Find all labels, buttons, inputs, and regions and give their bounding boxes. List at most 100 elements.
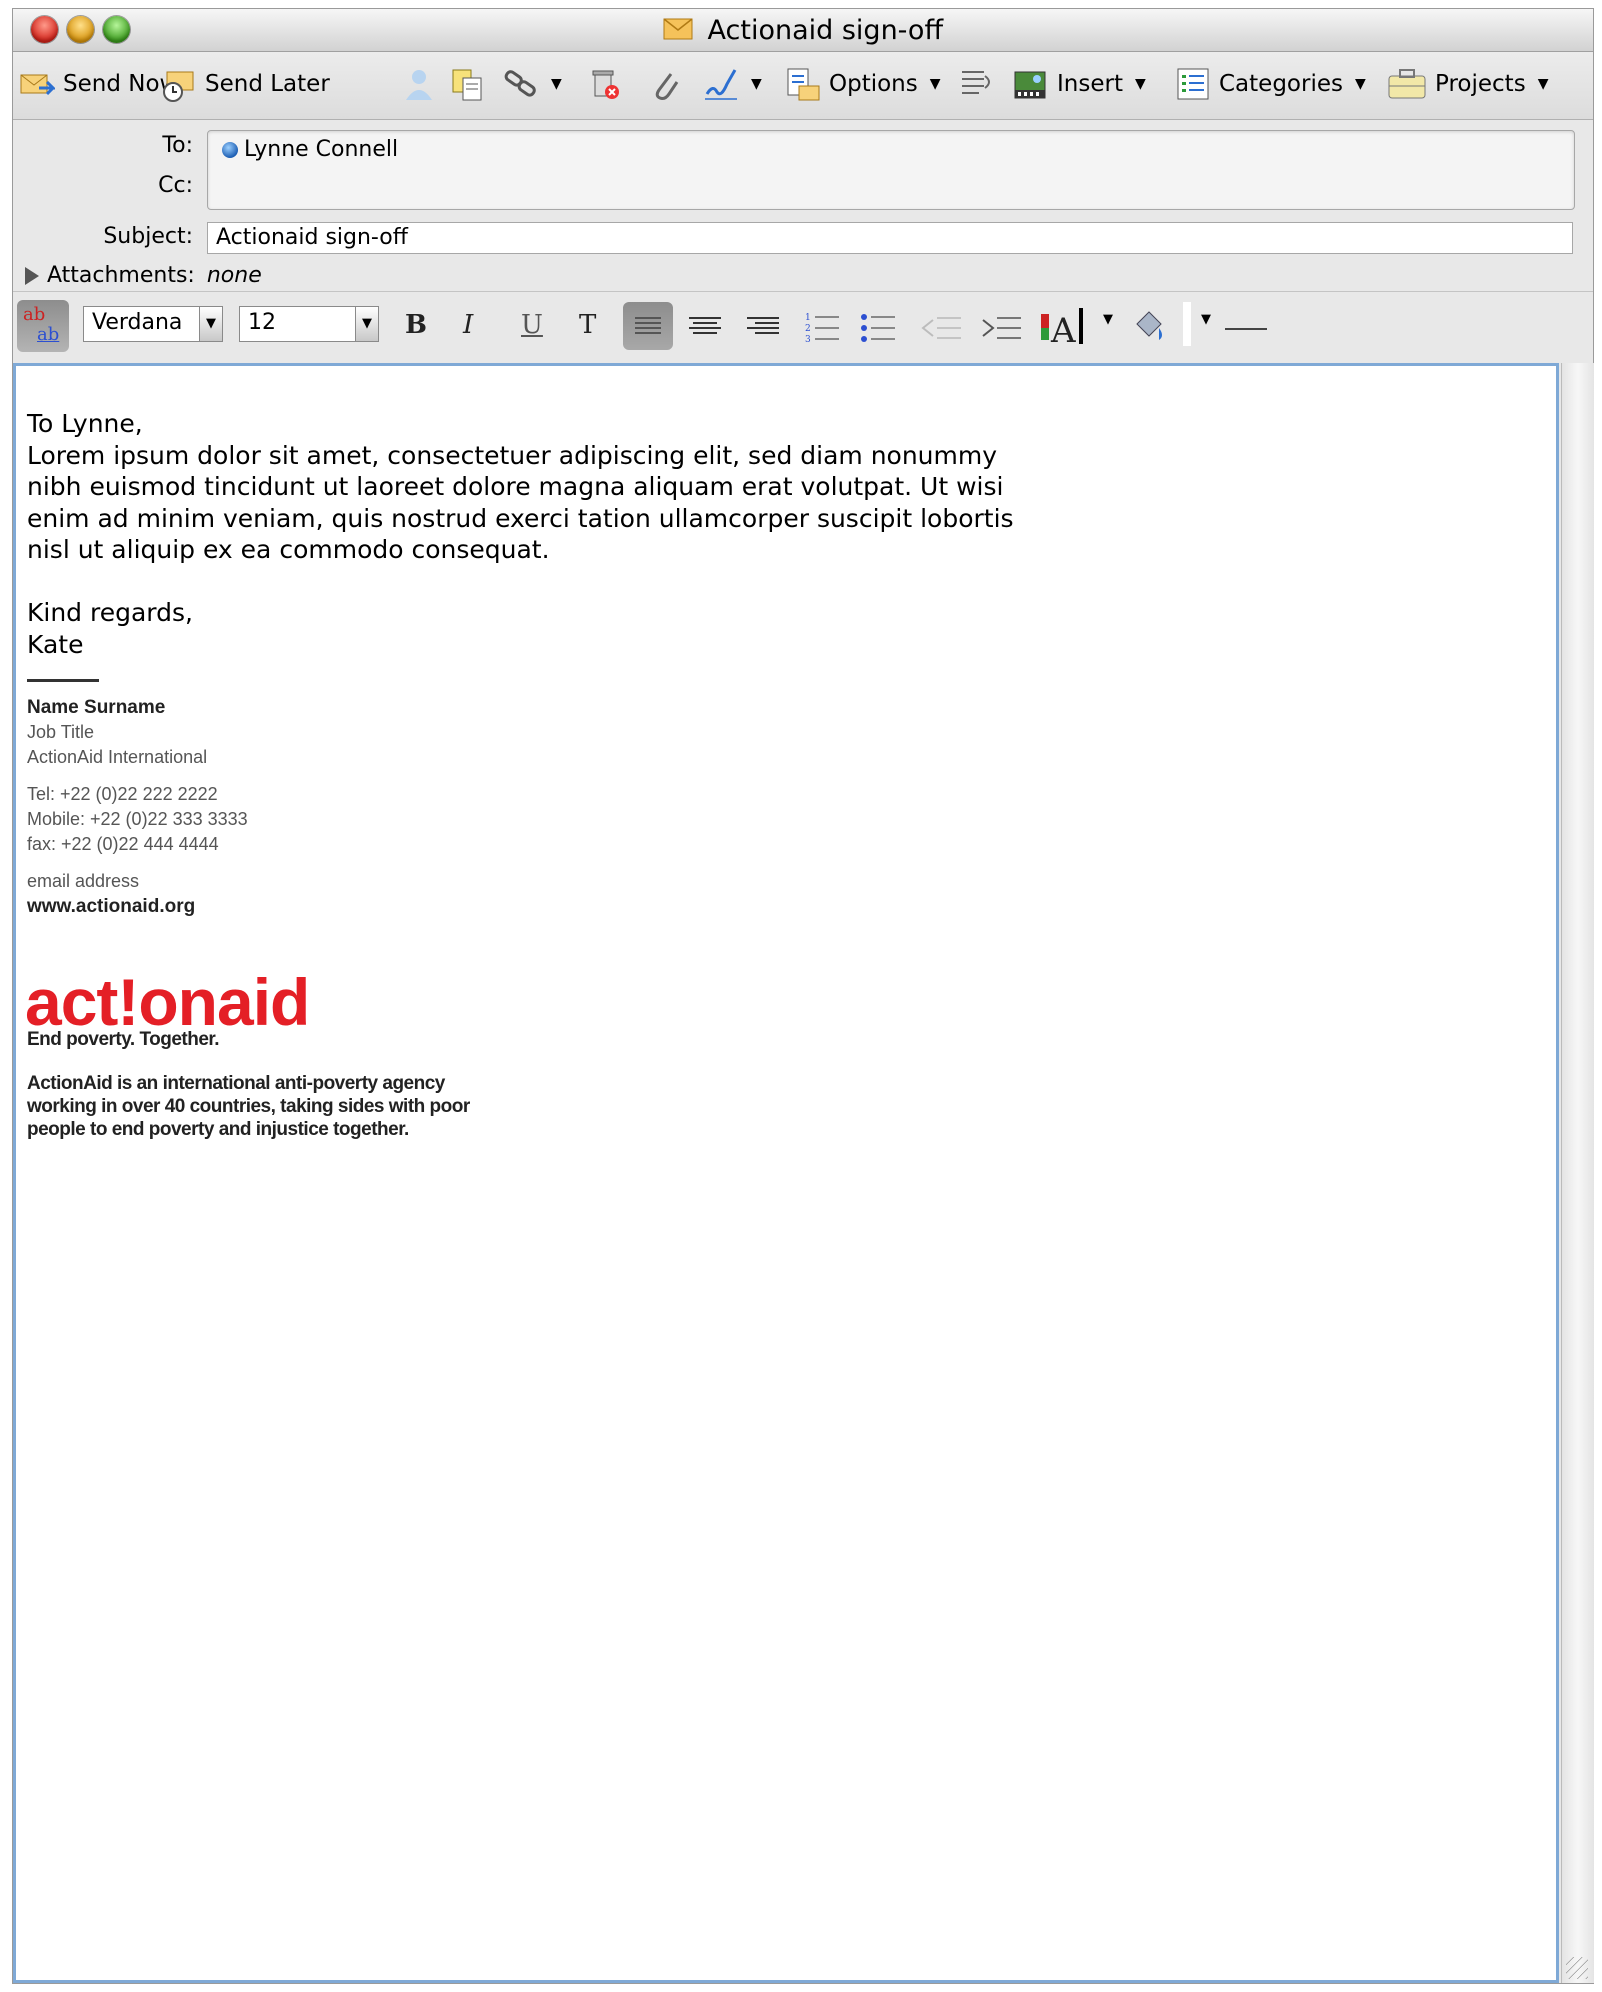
font-value: Verdana [92, 310, 183, 335]
to-label: To: [162, 133, 193, 158]
highlight-bucket-icon[interactable] [1129, 306, 1169, 350]
title-bar: Actionaid sign-off [13, 9, 1593, 52]
send-now-icon [19, 66, 57, 102]
signature-dropdown-icon[interactable]: ▼ [751, 76, 762, 92]
send-later-icon [161, 66, 197, 102]
font-size-value: 12 [248, 310, 276, 335]
format-text-button[interactable] [959, 66, 995, 102]
align-left-icon [635, 314, 661, 337]
subject-input[interactable]: Actionaid sign-off [207, 222, 1573, 254]
resize-grip-icon[interactable] [1566, 1957, 1588, 1979]
body-line-2: nibh euismod tincidunt ut laoreet dolore… [27, 472, 1004, 501]
projects-label: Projects [1435, 71, 1526, 97]
link-dropdown-icon[interactable]: ▼ [551, 76, 562, 92]
window-title: Actionaid sign-off [707, 15, 944, 46]
highlight-dropdown-icon[interactable]: ▼ [1201, 312, 1211, 327]
body-line-3: enim ad minim veniam, quis nostrud exerc… [27, 503, 1014, 533]
options-label: Options [829, 71, 918, 97]
projects-dropdown-icon[interactable]: ▼ [1538, 76, 1549, 92]
align-center-icon[interactable] [689, 314, 721, 337]
insert-button[interactable]: Insert ▼ [1013, 66, 1146, 102]
insert-picture-icon [1013, 66, 1049, 102]
categories-button[interactable]: Categories ▼ [1175, 66, 1366, 102]
html-toggle-button[interactable]: ab ab [17, 300, 69, 352]
signature-website[interactable]: www.actionaid.org [27, 896, 195, 918]
signature-divider [27, 679, 99, 682]
send-later-button[interactable]: Send Later [161, 66, 330, 102]
recipient-token[interactable]: Lynne Connell [222, 137, 398, 162]
categories-label: Categories [1219, 71, 1343, 97]
insert-dropdown-icon[interactable]: ▼ [1135, 76, 1146, 92]
compose-window: Actionaid sign-off Send Now Send Later ▼… [12, 8, 1594, 1984]
categories-dropdown-icon[interactable]: ▼ [1355, 76, 1366, 92]
signature-mobile: Mobile: +22 (0)22 333 3333 [27, 809, 248, 829]
envelope-icon [663, 16, 693, 47]
svg-text:1: 1 [805, 313, 811, 323]
decrease-indent-icon[interactable] [919, 310, 963, 350]
projects-briefcase-icon [1387, 66, 1427, 102]
font-dropdown-icon[interactable]: ▼ [199, 307, 222, 341]
increase-indent-icon[interactable] [979, 310, 1023, 350]
address-book-button[interactable] [401, 66, 437, 102]
italic-button[interactable]: I [463, 310, 473, 340]
font-select[interactable]: Verdana ▼ [83, 306, 223, 342]
categories-list-icon [1175, 66, 1211, 102]
text-color-t-button[interactable]: T [579, 310, 596, 340]
bold-button[interactable]: B [405, 310, 427, 340]
signature-fax: fax: +22 (0)22 444 4444 [27, 834, 219, 854]
formatting-bar: ab ab Verdana ▼ 12 ▼ B I U T 123 A ▼ ▼ [13, 291, 1593, 364]
message-body-editor[interactable]: To Lynne, Lorem ipsum dolor sit amet, con… [13, 363, 1559, 1983]
send-later-label: Send Later [205, 71, 330, 97]
recipients-field[interactable]: Lynne Connell [207, 130, 1575, 210]
text-wrap-icon [959, 66, 995, 102]
align-right-icon[interactable] [747, 314, 779, 337]
signature-button[interactable]: ▼ [703, 66, 762, 102]
attach-button[interactable] [647, 66, 683, 102]
cc-label: Cc: [158, 173, 193, 198]
sender-name: Kate [27, 629, 84, 659]
contact-status-icon [222, 141, 238, 158]
font-color-dropdown-icon[interactable]: ▼ [1103, 312, 1113, 327]
options-dropdown-icon[interactable]: ▼ [930, 76, 941, 92]
signature-email: email address [27, 871, 140, 891]
font-size-select[interactable]: 12 ▼ [239, 306, 379, 342]
svg-text:A: A [1050, 311, 1076, 346]
closing: Kind regards, [27, 598, 193, 627]
vertical-scrollbar[interactable] [1561, 363, 1594, 1983]
spellcheck-ab-icon: ab [23, 304, 46, 325]
highlight-color-swatch[interactable] [1183, 302, 1191, 346]
svg-text:3: 3 [805, 335, 811, 345]
insert-label: Insert [1057, 71, 1123, 97]
signature-tagline: End poverty. Together. [27, 1029, 220, 1050]
options-icon [785, 66, 821, 102]
attachments-row[interactable]: Attachments: none [25, 263, 262, 288]
message-text: To Lynne, Lorem ipsum dolor sit amet, con… [27, 408, 1014, 660]
numbered-list-icon[interactable]: 123 [803, 310, 843, 350]
signature-tel: Tel: +22 (0)22 222 2222 [27, 784, 218, 804]
signature-job-title: Job Title [27, 722, 95, 742]
bulleted-list-icon[interactable] [859, 310, 899, 350]
font-color-icon[interactable]: A [1039, 306, 1083, 351]
signature-organization: ActionAid International [27, 747, 208, 767]
greeting: To Lynne, [27, 409, 143, 438]
signature-pen-icon [703, 66, 739, 102]
to-recipient-name: Lynne Connell [244, 137, 399, 162]
align-left-button[interactable] [623, 302, 673, 350]
projects-button[interactable]: Projects ▼ [1387, 66, 1548, 102]
options-button[interactable]: Options ▼ [785, 66, 941, 102]
body-line-4: nisl ut aliquip ex ea commodo consequat. [27, 535, 550, 564]
font-size-dropdown-icon[interactable]: ▼ [355, 307, 378, 341]
send-now-button[interactable]: Send Now [19, 66, 178, 102]
toolbar: Send Now Send Later ▼ ▼ Options ▼ Insert… [13, 52, 1593, 120]
documents-icon [449, 66, 485, 102]
horizontal-line-icon[interactable] [1225, 328, 1267, 330]
trash-icon [587, 66, 623, 102]
attachments-value: none [206, 263, 262, 288]
link-button[interactable]: ▼ [503, 66, 562, 102]
delete-button[interactable] [587, 66, 623, 102]
contact-icon [401, 66, 437, 102]
underline-button[interactable]: U [521, 310, 543, 340]
subject-label: Subject: [103, 224, 193, 249]
disclosure-triangle-icon[interactable] [25, 266, 39, 285]
check-names-button[interactable] [449, 66, 485, 102]
